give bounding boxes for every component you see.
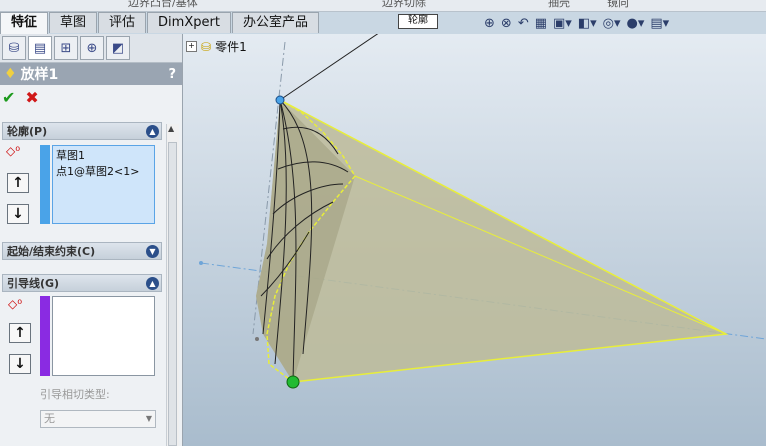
chevron-up-icon[interactable]: ▲ <box>146 124 159 138</box>
tab-office-products[interactable]: 办公室产品 <box>231 12 319 33</box>
mirror-label[interactable]: 镜向 <box>607 0 629 10</box>
guide-group-label: 引导线(G) <box>7 277 60 290</box>
hide-show-icon[interactable]: ◎▾ <box>603 16 621 31</box>
panel-scrollbar[interactable]: ▲ <box>166 124 179 446</box>
guide-color-bar <box>40 296 50 376</box>
expand-icon[interactable]: + <box>186 41 197 52</box>
command-manager-tabs: 特征 草图 评估 DimXpert 办公室产品 <box>0 12 319 35</box>
model-view <box>183 34 766 446</box>
tangency-type-value: 无 <box>44 412 55 425</box>
part-icon: ⛁ <box>201 39 212 54</box>
display-manager-icon[interactable]: ◩ <box>106 36 130 60</box>
tab-sketch[interactable]: 草图 <box>49 12 98 33</box>
graphics-area[interactable] <box>183 34 766 446</box>
scrollbar-thumb[interactable] <box>168 142 177 446</box>
constraint-group-label: 起始/结束约束(C) <box>7 245 96 258</box>
display-style-icon[interactable]: ◧▾ <box>578 16 597 31</box>
list-item[interactable]: 点1@草图2<1> <box>56 163 151 179</box>
start-point[interactable] <box>286 375 300 389</box>
tab-features[interactable]: 特征 <box>0 12 49 35</box>
loft-icon: ♦ <box>4 66 17 82</box>
scroll-up-icon[interactable]: ▲ <box>168 124 174 133</box>
chevron-down-icon: ▼ <box>145 414 152 423</box>
profile-tooltip: 轮廓 <box>398 14 438 29</box>
axis-endpoint <box>199 261 203 265</box>
profile-group-header[interactable]: 轮廓(P) ▲ <box>2 122 162 140</box>
section-view-icon[interactable]: ▦ <box>535 16 547 31</box>
constraint-group-header[interactable]: 起始/结束约束(C) ▼ <box>2 242 162 260</box>
axis-endpoint <box>255 337 259 341</box>
appearance-icon[interactable]: ●▾ <box>627 16 645 31</box>
apex-point[interactable] <box>275 95 285 105</box>
feature-title: 放样1 <box>20 67 59 83</box>
list-item[interactable]: 草图1 <box>56 147 151 163</box>
boundary-cut-label[interactable]: 边界切除 <box>382 0 426 10</box>
view-orientation-icon[interactable]: ▣▾ <box>553 16 572 31</box>
profile-selection-icon: ◇⁰ <box>6 144 21 158</box>
tangency-type-label: 引导相切类型: <box>40 388 110 401</box>
guide-list[interactable] <box>52 296 155 376</box>
zoom-to-fit-icon[interactable]: ⊕ <box>484 16 495 31</box>
profile-group-label: 轮廓(P) <box>7 125 48 138</box>
tangency-type-select[interactable]: 无 ▼ <box>40 410 156 428</box>
dimxpert-icon[interactable]: ⊕ <box>80 36 104 60</box>
boundary-boss-label[interactable]: 边界凸台/基体 <box>128 0 198 10</box>
shell-label[interactable]: 抽壳 <box>548 0 570 10</box>
profile-list[interactable]: 草图1 点1@草图2<1> <box>52 145 155 224</box>
help-button[interactable]: ? <box>168 67 176 82</box>
ok-cancel-row: ✔ ✖ <box>0 85 182 109</box>
chevron-down-icon[interactable]: ▼ <box>146 244 159 258</box>
arrow-up-icon[interactable]: ↑ <box>9 323 31 343</box>
chevron-up-icon[interactable]: ▲ <box>146 276 159 290</box>
feature-manager-tabs: ⛁ ▤ ⊞ ⊕ ◩ <box>0 34 182 63</box>
profile-color-bar <box>40 145 50 224</box>
arrow-up-icon[interactable]: ↑ <box>7 173 29 193</box>
property-manager: ⛁ ▤ ⊞ ⊕ ◩ ♦ 放样1 ? ✔ ✖ <box>0 34 183 446</box>
scene-icon[interactable]: ▤▾ <box>650 16 669 31</box>
guide-group-header[interactable]: 引导线(G) ▲ <box>2 274 162 292</box>
guide-selection-icon: ◇⁰ <box>8 297 23 311</box>
previous-view-icon[interactable]: ↶ <box>518 16 529 31</box>
checkmark-icon[interactable]: ✔ <box>2 88 15 107</box>
feature-title-bar: ♦ 放样1 ? <box>0 63 182 85</box>
arrow-down-icon[interactable]: ↓ <box>7 204 29 224</box>
flyout-feature-tree: + ⛁ 零件1 <box>186 38 247 55</box>
configuration-icon[interactable]: ⊞ <box>54 36 78 60</box>
zoom-area-icon[interactable]: ⊗ <box>501 16 512 31</box>
tab-evaluate[interactable]: 评估 <box>98 12 147 33</box>
arrow-down-icon[interactable]: ↓ <box>9 354 31 374</box>
top-command-strip: 边界凸台/基体 边界切除 抽壳 镜向 <box>0 0 766 12</box>
x-icon[interactable]: ✖ <box>25 88 38 107</box>
feature-tree-icon[interactable]: ⛁ <box>2 36 26 60</box>
part-label[interactable]: 零件1 <box>215 38 247 55</box>
property-manager-icon[interactable]: ▤ <box>28 36 52 60</box>
tab-dimxpert[interactable]: DimXpert <box>147 12 231 33</box>
view-toolbar: ⊕ ⊗ ↶ ▦ ▣▾ ◧▾ ◎▾ ●▾ ▤▾ <box>484 16 669 31</box>
